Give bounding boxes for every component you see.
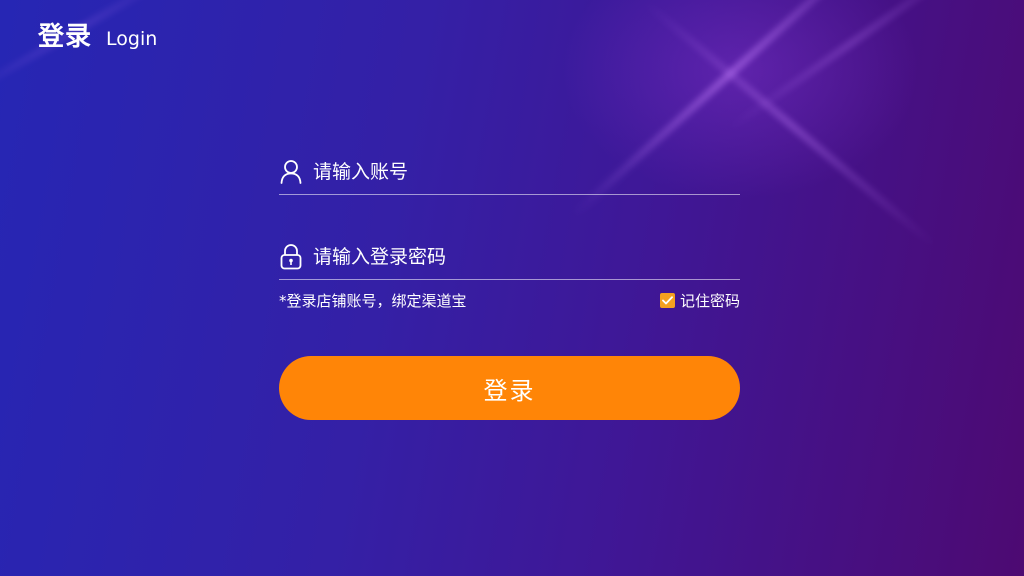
account-hint-text: *登录店铺账号，绑定渠道宝 bbox=[279, 292, 467, 310]
remember-password-label: 记住密码 bbox=[679, 292, 740, 310]
login-button[interactable]: 登录 bbox=[279, 356, 740, 420]
user-icon bbox=[279, 159, 303, 185]
account-field bbox=[279, 150, 740, 195]
page-subtitle: Login bbox=[106, 28, 158, 50]
checkmark-icon[interactable] bbox=[659, 293, 675, 308]
login-form: *登录店铺账号，绑定渠道宝 记住密码 bbox=[279, 150, 740, 311]
login-button-label: 登录 bbox=[483, 376, 536, 405]
remember-password-checkbox[interactable]: 记住密码 bbox=[659, 290, 740, 311]
lock-icon bbox=[279, 244, 303, 270]
page-title: 登录 bbox=[38, 22, 93, 52]
form-meta-row: *登录店铺账号，绑定渠道宝 记住密码 bbox=[279, 290, 740, 311]
page-header: 登录 Login bbox=[38, 16, 157, 53]
password-input[interactable] bbox=[313, 246, 713, 268]
password-field bbox=[279, 235, 740, 280]
account-input[interactable] bbox=[313, 161, 713, 183]
